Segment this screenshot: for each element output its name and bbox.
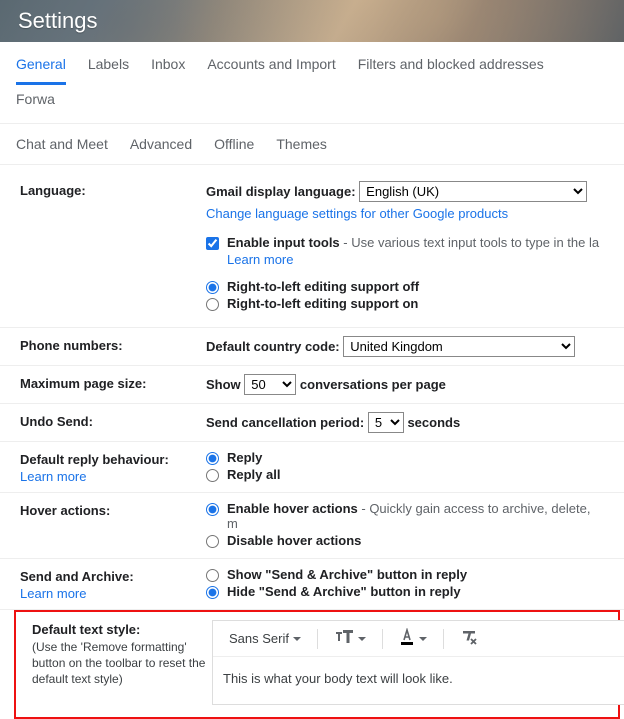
label-pagesize: Maximum page size:: [20, 374, 206, 391]
label-language: Language:: [20, 181, 206, 198]
change-language-link[interactable]: Change language settings for other Googl…: [206, 206, 508, 221]
label-sendarchive: Send and Archive:: [20, 569, 206, 584]
display-language-select[interactable]: English (UK): [359, 181, 587, 202]
pagesize-suffix: conversations per page: [300, 377, 446, 392]
country-code-select[interactable]: United Kingdom: [343, 336, 575, 357]
pagesize-select[interactable]: 50: [244, 374, 296, 395]
tab-themes[interactable]: Themes: [276, 134, 327, 154]
row-undo: Undo Send: Send cancellation period: 5 s…: [0, 404, 624, 442]
sa-show-radio[interactable]: [206, 569, 219, 582]
row-phone: Phone numbers: Default country code: Uni…: [0, 328, 624, 366]
row-textstyle: Default text style: (Use the 'Remove for…: [14, 610, 620, 719]
caret-icon: [358, 637, 366, 641]
sa-hide-radio[interactable]: [206, 586, 219, 599]
tab-filters-blocked[interactable]: Filters and blocked addresses: [358, 54, 544, 85]
undo-suffix: seconds: [407, 415, 460, 430]
tab-inbox[interactable]: Inbox: [151, 54, 185, 85]
tab-labels[interactable]: Labels: [88, 54, 129, 85]
label-phone: Phone numbers:: [20, 336, 206, 353]
label-textstyle: Default text style:: [32, 622, 212, 637]
row-language: Language: Gmail display language: Englis…: [0, 173, 624, 328]
undo-select[interactable]: 5: [368, 412, 404, 433]
tab-general[interactable]: General: [16, 54, 66, 85]
row-pagesize: Maximum page size: Show 50 conversations…: [0, 366, 624, 404]
text-color-icon: [399, 628, 415, 649]
tab-advanced[interactable]: Advanced: [130, 134, 192, 154]
row-hover: Hover actions: Enable hover actions - Qu…: [0, 493, 624, 559]
sa-hide-label: Hide "Send & Archive" button in reply: [227, 584, 461, 599]
tab-forwarding[interactable]: Forwa: [16, 89, 55, 117]
caret-icon: [293, 637, 301, 641]
text-editor: Sans Serif: [212, 620, 624, 705]
hover-enable-label: Enable hover actions: [227, 501, 358, 516]
display-language-label: Gmail display language:: [206, 184, 356, 199]
label-hover: Hover actions:: [20, 501, 206, 518]
settings-tabs-row2: Chat and Meet Advanced Offline Themes: [0, 124, 624, 165]
font-family-button[interactable]: Sans Serif: [223, 627, 307, 650]
enable-input-tools-desc: - Use various text input tools to type i…: [340, 235, 599, 250]
hover-enable-radio[interactable]: [206, 503, 219, 516]
settings-tabs-row1: General Labels Inbox Accounts and Import…: [0, 42, 624, 124]
settings-header: Settings: [0, 0, 624, 42]
enable-input-tools-label: Enable input tools: [227, 235, 340, 250]
text-preview: This is what your body text will look li…: [213, 657, 624, 704]
remove-formatting-icon: [460, 629, 478, 648]
undo-prefix: Send cancellation period:: [206, 415, 364, 430]
input-tools-learn-more[interactable]: Learn more: [227, 252, 599, 267]
reply-all-radio[interactable]: [206, 469, 219, 482]
label-reply: Default reply behaviour:: [20, 452, 206, 467]
country-code-label: Default country code:: [206, 339, 340, 354]
sendarchive-learn-more[interactable]: Learn more: [20, 586, 206, 601]
remove-formatting-button[interactable]: [454, 625, 484, 652]
font-size-button[interactable]: [328, 625, 372, 652]
text-size-icon: [334, 629, 354, 648]
row-reply: Default reply behaviour: Learn more Repl…: [0, 442, 624, 493]
pagesize-show: Show: [206, 377, 241, 392]
tab-accounts-import[interactable]: Accounts and Import: [207, 54, 335, 85]
rtl-on-label: Right-to-left editing support on: [227, 296, 418, 311]
settings-body: Language: Gmail display language: Englis…: [0, 165, 624, 719]
text-color-button[interactable]: [393, 624, 433, 653]
rtl-on-radio[interactable]: [206, 298, 219, 311]
hover-disable-label: Disable hover actions: [227, 533, 361, 548]
tab-chat-meet[interactable]: Chat and Meet: [16, 134, 108, 154]
tab-offline[interactable]: Offline: [214, 134, 254, 154]
rtl-off-radio[interactable]: [206, 281, 219, 294]
page-title: Settings: [18, 8, 98, 34]
reply-radio[interactable]: [206, 452, 219, 465]
row-sendarchive: Send and Archive: Learn more Show "Send …: [0, 559, 624, 610]
enable-input-tools-checkbox[interactable]: [206, 237, 219, 250]
font-family-name: Sans Serif: [229, 631, 289, 646]
reply-all-label: Reply all: [227, 467, 280, 482]
sa-show-label: Show "Send & Archive" button in reply: [227, 567, 467, 582]
reply-label: Reply: [227, 450, 262, 465]
textstyle-sub: (Use the 'Remove formatting' button on t…: [32, 639, 212, 688]
label-undo: Undo Send:: [20, 412, 206, 429]
reply-learn-more[interactable]: Learn more: [20, 469, 206, 484]
text-toolbar: Sans Serif: [213, 621, 624, 657]
rtl-off-label: Right-to-left editing support off: [227, 279, 419, 294]
hover-disable-radio[interactable]: [206, 535, 219, 548]
caret-icon: [419, 637, 427, 641]
